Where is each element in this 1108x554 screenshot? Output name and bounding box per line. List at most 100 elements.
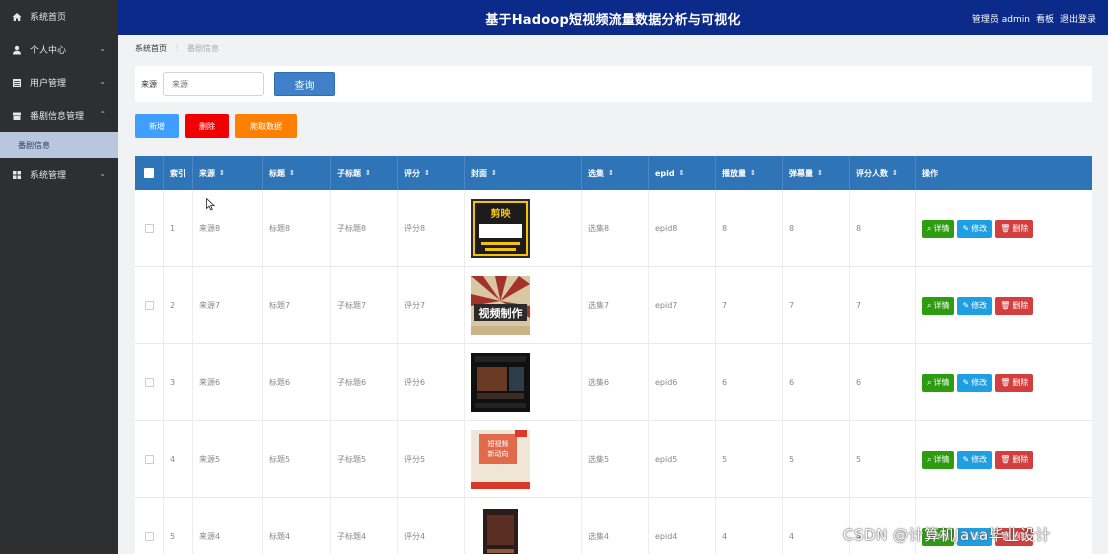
sidebar-item-home[interactable]: 系统首页 (0, 0, 118, 33)
episode-cell: 选集4 (582, 498, 649, 554)
title-cell: 标题5 (263, 421, 331, 498)
row-checkbox[interactable] (144, 455, 154, 464)
index-cell: 5 (164, 498, 193, 554)
button-label: 修改 (971, 455, 988, 464)
logout-link[interactable]: 退出登录 (1060, 12, 1096, 25)
row-checkbox[interactable] (144, 224, 154, 233)
edit-button[interactable]: ✎ 修改 (957, 219, 993, 238)
danmaku-cell: 6 (783, 344, 850, 421)
sidebar-item-anime-info[interactable]: 番剧信息管理 ⌃ (0, 99, 118, 132)
breadcrumb-current: 番剧信息 (187, 44, 219, 53)
danmaku-cell: 4 (783, 498, 850, 554)
query-button[interactable]: 查询 (274, 72, 335, 96)
sidebar-item-users[interactable]: 用户管理 ⌄ (0, 66, 118, 99)
sidebar-item-label: 个人中心 (30, 46, 67, 56)
list-icon (12, 78, 22, 88)
subtitle-cell: 子标题6 (331, 344, 398, 421)
crawl-data-button[interactable]: 爬取数据 (235, 114, 297, 138)
edit-button[interactable]: ✎ 修改 (957, 373, 993, 392)
chevron-down-icon: ⌄ (99, 44, 106, 53)
chevron-down-icon: ⌄ (99, 77, 106, 86)
cover-cell (465, 344, 582, 421)
raters-cell: 7 (850, 267, 916, 344)
column-header[interactable]: 播放量 ⇕ (716, 156, 783, 190)
mouse-cursor-icon (206, 197, 216, 214)
row-checkbox[interactable] (144, 301, 154, 310)
search-icon: ⌕ (927, 454, 932, 464)
column-header[interactable]: 评分人数 ⇕ (850, 156, 916, 190)
column-header[interactable]: 子标题 ⇕ (331, 156, 398, 190)
column-header[interactable]: epid ⇕ (649, 156, 716, 190)
sidebar-item-system[interactable]: 系统管理 ⌄ (0, 158, 118, 191)
column-header: 索引 (164, 156, 193, 190)
header-select-all[interactable] (135, 156, 164, 190)
detail-button[interactable]: ⌕ 详情 (922, 219, 955, 238)
score-cell: 评分5 (398, 421, 465, 498)
sidebar-subitem-anime-info[interactable]: 番剧信息 (0, 132, 118, 158)
subtitle-cell: 子标题5 (331, 421, 398, 498)
svg-text:新动向: 新动向 (488, 449, 509, 458)
column-header[interactable]: 标题 ⇕ (263, 156, 331, 190)
delete-button[interactable]: 🗑 删除 (995, 219, 1034, 238)
row-select-cell (135, 498, 164, 554)
header-user-area: 管理员 admin 看板 退出登录 (972, 12, 1096, 25)
cover-image (471, 507, 530, 554)
column-header[interactable]: 评分 ⇕ (398, 156, 465, 190)
search-icon: ⌕ (927, 223, 932, 233)
epid-cell: epid4 (649, 498, 716, 554)
table-header: 索引 来源 ⇕ 标题 ⇕ 子标题 ⇕ 评分 ⇕ 封面 ⇕ 选集 ⇕ epid ⇕ 播放量 ⇕ 弹… (135, 156, 1092, 190)
column-header[interactable]: 来源 ⇕ (193, 156, 263, 190)
sort-icon: ⇕ (817, 169, 823, 177)
search-icon: ⌕ (927, 300, 932, 310)
button-label: 删除 (1012, 455, 1029, 464)
add-button[interactable]: 新增 (135, 114, 179, 138)
trash-icon: 🗑 (1000, 455, 1011, 464)
column-header[interactable]: 弹幕量 ⇕ (783, 156, 850, 190)
delete-button[interactable]: 🗑 删除 (995, 450, 1034, 469)
table-row: 1 来源8 标题8 子标题8 评分8 剪映 选集8 epid8 8 8 8 ⌕ 详情 ✎ 修改 🗑 删除 (135, 190, 1092, 267)
plays-cell: 4 (716, 498, 783, 554)
select-all-checkbox[interactable] (144, 168, 154, 178)
cover-cell: 视频制作 (465, 267, 582, 344)
svg-text:视频制作: 视频制作 (479, 306, 523, 320)
button-label: 删除 (1012, 301, 1029, 310)
source-search-input[interactable] (163, 72, 264, 96)
data-table: 索引 来源 ⇕ 标题 ⇕ 子标题 ⇕ 评分 ⇕ 封面 ⇕ 选集 ⇕ epid ⇕ 播放量 ⇕ 弹… (135, 156, 1092, 554)
sort-icon: ⇕ (750, 169, 756, 177)
button-label: 详情 (933, 301, 950, 310)
episode-cell: 选集7 (582, 267, 649, 344)
breadcrumb-home[interactable]: 系统首页 (135, 43, 167, 54)
board-link[interactable]: 看板 (1036, 12, 1054, 25)
raters-cell: 8 (850, 190, 916, 267)
svg-text:短视频: 短视频 (488, 439, 509, 448)
epid-cell: epid7 (649, 267, 716, 344)
watermark: CSDN @计算机Java毕业设计 (843, 526, 1051, 544)
index-cell: 3 (164, 344, 193, 421)
sidebar-item-label: 系统首页 (30, 13, 67, 23)
detail-button[interactable]: ⌕ 详情 (922, 373, 955, 392)
edit-button[interactable]: ✎ 修改 (957, 296, 993, 315)
search-icon: ⌕ (927, 377, 932, 387)
row-checkbox[interactable] (144, 532, 154, 541)
column-header[interactable]: 封面 ⇕ (465, 156, 582, 190)
cover-image: 视频制作 (471, 276, 530, 335)
sidebar-item-profile[interactable]: 个人中心 ⌄ (0, 33, 118, 66)
epid-cell: epid5 (649, 421, 716, 498)
score-cell: 评分6 (398, 344, 465, 421)
operation-cell: ⌕ 详情 ✎ 修改 🗑 删除 (916, 421, 1092, 498)
delete-button[interactable]: 🗑 删除 (995, 296, 1034, 315)
plays-cell: 6 (716, 344, 783, 421)
score-cell: 评分4 (398, 498, 465, 554)
column-header[interactable]: 选集 ⇕ (582, 156, 649, 190)
top-bar: 基于Hadoop短视频流量数据分析与可视化 管理员 admin 看板 退出登录 (118, 0, 1108, 35)
title-cell: 标题8 (263, 190, 331, 267)
detail-button[interactable]: ⌕ 详情 (922, 450, 955, 469)
trash-icon: 🗑 (1000, 301, 1011, 310)
detail-button[interactable]: ⌕ 详情 (922, 296, 955, 315)
edit-button[interactable]: ✎ 修改 (957, 450, 993, 469)
button-label: 详情 (933, 378, 950, 387)
row-checkbox[interactable] (144, 378, 154, 387)
sidebar-item-label: 用户管理 (30, 79, 67, 89)
batch-delete-button[interactable]: 删除 (185, 114, 229, 138)
delete-button[interactable]: 🗑 删除 (995, 373, 1034, 392)
